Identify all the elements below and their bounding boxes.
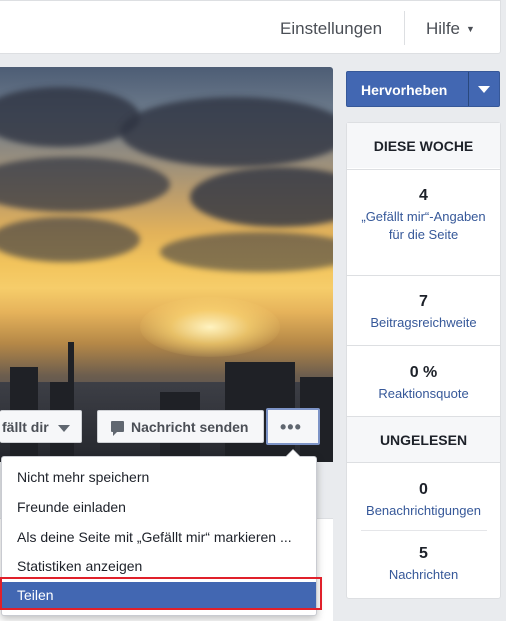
promote-button[interactable]: Hervorheben [346, 71, 500, 107]
promote-label: Hervorheben [361, 82, 448, 98]
this-week-title: DIESE WOCHE [373, 138, 474, 154]
send-message-label: Nachricht senden [131, 419, 249, 435]
likes-caption[interactable]: „Gefällt mir“-Angaben für die Seite [347, 208, 500, 244]
more-dots-icon: ••• [280, 417, 302, 437]
more-options-button[interactable]: ••• [266, 408, 320, 445]
divider [468, 72, 469, 106]
response-rate-stat[interactable]: 0 % Reaktionsquote [347, 364, 500, 403]
likes-stat[interactable]: 4 „Gefällt mir“-Angaben für die Seite [347, 187, 500, 244]
building-shape [68, 342, 74, 462]
cover-photo [0, 67, 333, 462]
caret-down-icon[interactable] [478, 86, 490, 93]
menu-item-unsave[interactable]: Nicht mehr speichern [2, 464, 316, 490]
like-button[interactable]: fällt dir [0, 410, 82, 443]
help-menu[interactable]: Hilfe ▼ [426, 19, 475, 39]
divider [404, 11, 405, 45]
caret-down-icon: ▼ [466, 24, 475, 34]
menu-item-view-insights[interactable]: Statistiken anzeigen [2, 553, 316, 579]
reach-count: 7 [419, 293, 428, 310]
notifications-stat[interactable]: 0 Benachrichtigungen [347, 481, 500, 520]
menu-item-like-as-page[interactable]: Als deine Seite mit „Gefällt mir“ markie… [2, 524, 316, 550]
divider [347, 345, 500, 346]
stats-panel: DIESE WOCHE 4 „Gefällt mir“-Angaben für … [346, 122, 501, 599]
menu-item-invite-friends[interactable]: Freunde einladen [2, 494, 316, 520]
highlight-annotation [0, 577, 322, 610]
likes-count: 4 [419, 187, 428, 204]
help-label: Hilfe [426, 19, 461, 38]
caret-down-icon [58, 425, 70, 432]
divider [347, 462, 500, 463]
top-navigation-bar: Einstellungen Hilfe ▼ [0, 0, 501, 54]
messages-stat[interactable]: 5 Nachrichten [347, 545, 500, 584]
cloud-shape [190, 167, 333, 227]
cloud-shape [0, 217, 140, 262]
notifications-count: 0 [419, 481, 428, 498]
divider [361, 530, 487, 531]
divider [347, 275, 500, 276]
messages-caption[interactable]: Nachrichten [347, 566, 500, 584]
divider [347, 169, 500, 170]
response-rate-value: 0 % [409, 364, 438, 381]
like-button-label: fällt dir [2, 419, 49, 435]
reach-stat[interactable]: 7 Beitragsreichweite [347, 293, 500, 332]
cloud-shape [160, 232, 333, 272]
messages-count: 5 [419, 545, 428, 562]
notifications-caption[interactable]: Benachrichtigungen [347, 502, 500, 520]
cloud-shape [0, 87, 140, 147]
settings-link[interactable]: Einstellungen [280, 19, 382, 39]
cloud-shape [0, 157, 170, 212]
message-icon [111, 421, 124, 436]
reach-caption[interactable]: Beitragsreichweite [347, 314, 500, 332]
send-message-button[interactable]: Nachricht senden [97, 410, 264, 443]
sun-glow [140, 297, 280, 357]
response-rate-caption[interactable]: Reaktionsquote [347, 385, 500, 403]
unread-title: UNGELESEN [379, 432, 468, 448]
cloud-shape [120, 97, 333, 167]
